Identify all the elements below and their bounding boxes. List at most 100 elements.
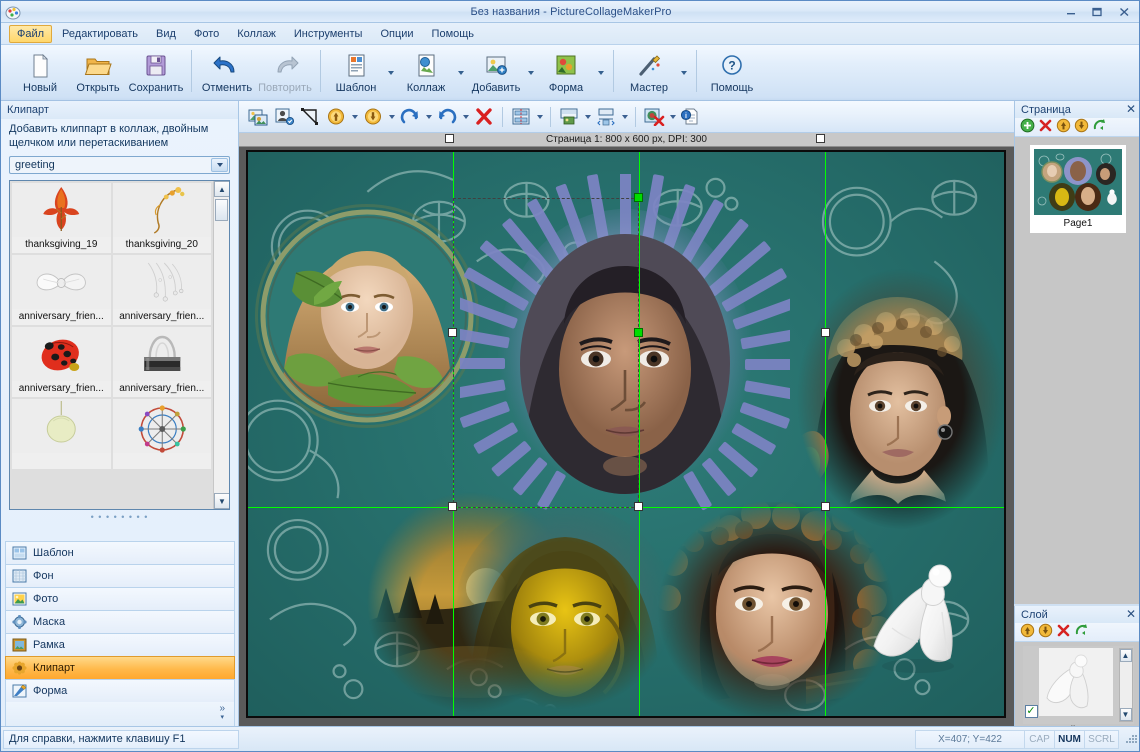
delete-layer-icon[interactable] xyxy=(1056,623,1071,641)
collage-photo-yellow-woman[interactable] xyxy=(454,507,676,716)
scrollbar-thumb[interactable] xyxy=(215,199,228,221)
toolbar-button-redo[interactable]: Повторить xyxy=(256,48,314,98)
portrait-edit-icon[interactable] xyxy=(271,104,297,129)
edit-dropdown-remove-background[interactable] xyxy=(667,104,678,129)
close-icon[interactable]: ✕ xyxy=(1126,607,1136,621)
edit-dropdown-align-bottom[interactable] xyxy=(582,104,593,129)
rotate-left-icon[interactable] xyxy=(434,104,460,129)
minimize-button[interactable] xyxy=(1059,3,1083,20)
sidebar-expand-button[interactable] xyxy=(5,702,235,727)
refresh-layer-icon[interactable] xyxy=(1074,623,1089,641)
sidebar-item-frame[interactable]: Рамка xyxy=(5,633,235,656)
send-backward-icon[interactable] xyxy=(360,104,386,129)
chevron-down-icon[interactable] xyxy=(211,158,228,172)
sidebar-item-background[interactable]: Фон xyxy=(5,564,235,587)
edit-dropdown-bring-forward[interactable] xyxy=(349,104,360,129)
align-vertical-icon[interactable] xyxy=(508,104,534,129)
delete-x-icon[interactable] xyxy=(471,104,497,129)
menu-item-edit[interactable]: Редактировать xyxy=(54,25,146,43)
edit-dropdown-rotate-left[interactable] xyxy=(460,104,471,129)
panel-splitter[interactable]: • • • • • • • • xyxy=(1,512,238,522)
selection-handle-middle-left[interactable] xyxy=(448,328,457,337)
menu-item-options[interactable]: Опции xyxy=(372,25,421,43)
collage-photo-blonde[interactable] xyxy=(258,207,476,425)
edit-dropdown-rotate-right[interactable] xyxy=(423,104,434,129)
toolbar-button-undo[interactable]: Отменить xyxy=(198,48,256,98)
resize-grip[interactable] xyxy=(1122,731,1138,747)
toolbar-dropdown-shape[interactable] xyxy=(595,48,607,98)
layer-scrollbar[interactable]: ▲ ▼ xyxy=(1118,648,1133,722)
collage-photo-foliage-woman[interactable] xyxy=(656,502,896,716)
selection-handle-bottom-center[interactable] xyxy=(634,502,643,511)
maximize-button[interactable] xyxy=(1085,3,1109,20)
toolbar-button-template[interactable]: Шаблон xyxy=(327,48,385,98)
collage-canvas[interactable] xyxy=(246,150,1006,718)
clipart-item[interactable] xyxy=(12,399,111,469)
menu-item-help[interactable]: Помощь xyxy=(424,25,483,43)
toolbar-button-collage[interactable]: Коллаж xyxy=(397,48,455,98)
close-button[interactable] xyxy=(1111,3,1137,20)
sidebar-item-mask[interactable]: Маска xyxy=(5,610,235,633)
clipart-category-combobox[interactable]: greeting xyxy=(9,156,230,174)
sidebar-item-shape[interactable]: Форма xyxy=(5,679,235,702)
remove-background-icon[interactable] xyxy=(641,104,667,129)
sidebar-item-photo[interactable]: Фото xyxy=(5,587,235,610)
selection-handle-top-right[interactable] xyxy=(634,193,643,202)
edit-dropdown-send-backward[interactable] xyxy=(386,104,397,129)
sidebar-item-clipart[interactable]: Клипарт xyxy=(5,656,235,679)
image-edit-icon[interactable] xyxy=(245,104,271,129)
properties-info-icon[interactable]: i xyxy=(678,104,704,129)
selection-handle-middle-right[interactable] xyxy=(634,328,643,337)
toolbar-button-shape[interactable]: Форма xyxy=(537,48,595,98)
clipart-item[interactable]: thanksgiving_19 xyxy=(12,183,111,253)
selection-handle-bottom-right[interactable] xyxy=(821,502,830,511)
selection-handle-right-outer[interactable] xyxy=(821,328,830,337)
toolbar-button-open[interactable]: Открыть xyxy=(69,48,127,98)
edit-dropdown-align-vertical[interactable] xyxy=(534,104,545,129)
layer-item[interactable]: ✓ Clipart ▲ ▼ xyxy=(1022,646,1134,726)
scroll-down-button[interactable]: ▼ xyxy=(1119,708,1132,721)
menu-item-file[interactable]: Файл xyxy=(9,24,53,43)
move-down-page-icon[interactable] xyxy=(1074,118,1089,136)
menu-item-tools[interactable]: Инструменты xyxy=(286,25,371,43)
menu-item-collage[interactable]: Коллаж xyxy=(229,25,284,43)
clipart-item[interactable]: anniversary_frien... xyxy=(12,327,111,397)
toolbar-dropdown-template[interactable] xyxy=(385,48,397,98)
scroll-up-button[interactable]: ▲ xyxy=(214,181,229,197)
scroll-up-button[interactable]: ▲ xyxy=(1119,649,1132,662)
toolbar-button-new[interactable]: Новый xyxy=(11,48,69,98)
align-bottom-icon[interactable] xyxy=(556,104,582,129)
layer-list[interactable]: ✓ Clipart ▲ ▼ xyxy=(1015,642,1139,726)
clipart-scrollbar[interactable]: ▲ ▼ xyxy=(213,181,229,509)
menu-item-photo[interactable]: Фото xyxy=(186,25,227,43)
rotate-right-icon[interactable] xyxy=(397,104,423,129)
crop-transform-icon[interactable] xyxy=(297,104,323,129)
toolbar-button-help[interactable]: ? Помощь xyxy=(703,48,761,98)
scroll-down-button[interactable]: ▼ xyxy=(214,493,229,509)
canvas-area[interactable]: Страница 1: 800 x 600 px, DPI: 300 xyxy=(239,133,1014,726)
layer-down-icon[interactable] xyxy=(1038,623,1053,641)
toolbar-button-wizard[interactable]: Мастер xyxy=(620,48,678,98)
close-icon[interactable]: ✕ xyxy=(1126,102,1136,116)
clipart-item[interactable] xyxy=(112,399,211,469)
toolbar-dropdown-wizard[interactable] xyxy=(678,48,690,98)
layer-visibility-checkbox[interactable]: ✓ xyxy=(1024,705,1038,718)
delete-page-icon[interactable] xyxy=(1038,118,1053,136)
clipart-item[interactable]: anniversary_frien... xyxy=(112,255,211,325)
collage-clipart-white-bow[interactable] xyxy=(862,562,1002,692)
refresh-page-icon[interactable] xyxy=(1092,118,1107,136)
layer-up-icon[interactable] xyxy=(1020,623,1035,641)
page-list[interactable]: Page1 xyxy=(1015,137,1139,604)
sidebar-item-template[interactable]: Шаблон xyxy=(5,541,235,564)
toolbar-button-save[interactable]: Сохранить xyxy=(127,48,185,98)
page-marker-right[interactable] xyxy=(816,134,825,143)
toolbar-dropdown-add[interactable] xyxy=(525,48,537,98)
add-page-icon[interactable] xyxy=(1020,118,1035,136)
clipart-item[interactable]: thanksgiving_20 xyxy=(112,183,211,253)
distribute-icon[interactable] xyxy=(593,104,619,129)
toolbar-dropdown-collage[interactable] xyxy=(455,48,467,98)
clipart-item[interactable]: anniversary_frien... xyxy=(112,327,211,397)
toolbar-button-add[interactable]: Добавить xyxy=(467,48,525,98)
edit-dropdown-distribute[interactable] xyxy=(619,104,630,129)
menu-item-view[interactable]: Вид xyxy=(148,25,184,43)
